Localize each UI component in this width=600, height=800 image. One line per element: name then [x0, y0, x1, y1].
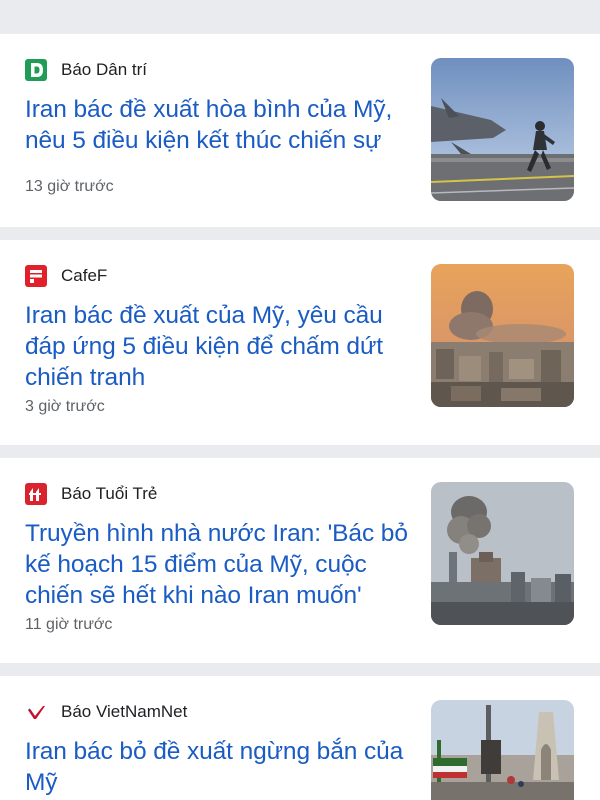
headline-link[interactable]: Truyền hình nhà nước Iran: 'Bác bỏ kế ho… [25, 518, 420, 611]
source-name: CafeF [61, 266, 108, 285]
timestamp: 11 giờ trước [25, 616, 113, 633]
news-source: CafeF [25, 264, 107, 288]
news-source: Báo Tuổi Trẻ [25, 482, 157, 506]
source-name: Báo Tuổi Trẻ [61, 484, 158, 503]
cafef-logo-icon [25, 265, 47, 287]
headline-link[interactable]: Iran bác đề xuất hòa bình của Mỹ, nêu 5 … [25, 94, 420, 156]
news-card[interactable]: Báo Dân trí Iran bác đề xuất hòa bình củ… [0, 34, 600, 227]
news-card[interactable]: Báo VietNamNet Iran bác bỏ đề xuất ngừng… [0, 676, 600, 800]
headline-link[interactable]: Iran bác đề xuất của Mỹ, yêu cầu đáp ứng… [25, 300, 420, 393]
azadi-tower-image[interactable] [431, 700, 574, 800]
news-source: Báo VietNamNet [25, 700, 187, 724]
news-card[interactable]: Báo Tuổi Trẻ Truyền hình nhà nước Iran: … [0, 458, 600, 663]
news-source: Báo Dân trí [25, 58, 147, 82]
vietnamnet-logo-icon [25, 701, 47, 723]
headline-link[interactable]: Iran bác bỏ đề xuất ngừng bắn của Mỹ [25, 736, 420, 798]
smoke-over-skyline-image[interactable] [431, 482, 574, 625]
city-smoke-image[interactable] [431, 264, 574, 407]
tuoi-tre-logo-icon [25, 483, 47, 505]
timestamp: 13 giờ trước [25, 178, 114, 195]
dan-tri-logo-icon [25, 59, 47, 81]
fighter-jet-carrier-image[interactable] [431, 58, 574, 201]
source-name: Báo VietNamNet [61, 702, 188, 721]
source-name: Báo Dân trí [61, 60, 147, 79]
news-card[interactable]: CafeF Iran bác đề xuất của Mỹ, yêu cầu đ… [0, 240, 600, 445]
timestamp: 3 giờ trước [25, 398, 105, 415]
